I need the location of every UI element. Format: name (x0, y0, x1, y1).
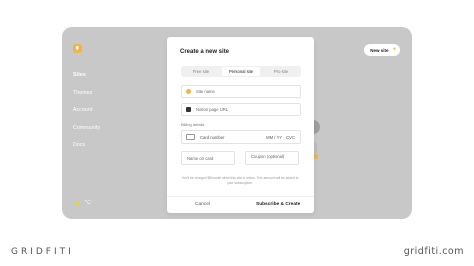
sidebar-item-community[interactable]: Community (73, 124, 100, 142)
modal-title: Create a new site (180, 49, 230, 55)
settings-icon[interactable]: ⌥ (84, 200, 91, 206)
footer-divider (167, 196, 314, 197)
card-expiry-cvc: MM / YY CVC (266, 135, 295, 140)
theme-dot-icon[interactable] (75, 200, 80, 206)
cancel-button[interactable]: Cancel (195, 202, 210, 207)
sidebar-item-themes[interactable]: Themes (73, 89, 100, 107)
name-on-card-field[interactable]: Name on card (181, 151, 235, 165)
notion-icon (186, 107, 191, 112)
plus-icon: + (392, 47, 396, 53)
new-site-button[interactable]: New site + (364, 44, 400, 56)
card-number-placeholder: Card number (200, 134, 225, 140)
site-name-placeholder: Site name (196, 89, 215, 94)
notion-url-placeholder: Notion page URL (196, 107, 229, 112)
plan-tabs: Free site Personal site Pro site (181, 66, 301, 77)
create-site-modal: Create a new site Free site Personal sit… (167, 37, 314, 213)
sidebar-item-docs[interactable]: Docs (73, 141, 100, 159)
brand-wordmark-left: GRIDFITI (11, 247, 74, 257)
sidebar-nav: Sites Themes Account Community Docs (73, 71, 100, 159)
name-on-card-placeholder: Name on card (187, 155, 214, 161)
new-site-label: New site (370, 47, 389, 53)
tab-pro-site[interactable]: Pro site (262, 67, 300, 76)
sidebar-footer: ⌥ (75, 200, 91, 206)
card-number-field[interactable]: Card number MM / YY CVC (181, 130, 301, 144)
billing-note: You'll be charged $8/month while this si… (181, 176, 299, 185)
coupon-field[interactable]: Coupon (optional) (245, 151, 299, 165)
card-exp-placeholder: MM / YY (266, 134, 283, 140)
notion-url-field[interactable]: Notion page URL (181, 103, 301, 116)
site-icon (186, 89, 191, 94)
logo-icon[interactable] (73, 44, 82, 53)
sidebar-item-sites[interactable]: Sites (73, 71, 100, 89)
tab-free-site[interactable]: Free site (182, 67, 220, 76)
credit-card-icon (186, 134, 195, 140)
billing-label: Billing details (181, 122, 205, 127)
coupon-placeholder: Coupon (optional) (251, 154, 285, 159)
tab-personal-site[interactable]: Personal site (222, 67, 260, 76)
card-cvc-placeholder: CVC (286, 134, 295, 140)
site-name-field[interactable]: Site name (181, 85, 301, 98)
brand-wordmark-right: gridfiti.com (403, 246, 464, 257)
subscribe-create-button[interactable]: Subscribe & Create (256, 202, 300, 207)
sidebar-item-account[interactable]: Account (73, 106, 100, 124)
